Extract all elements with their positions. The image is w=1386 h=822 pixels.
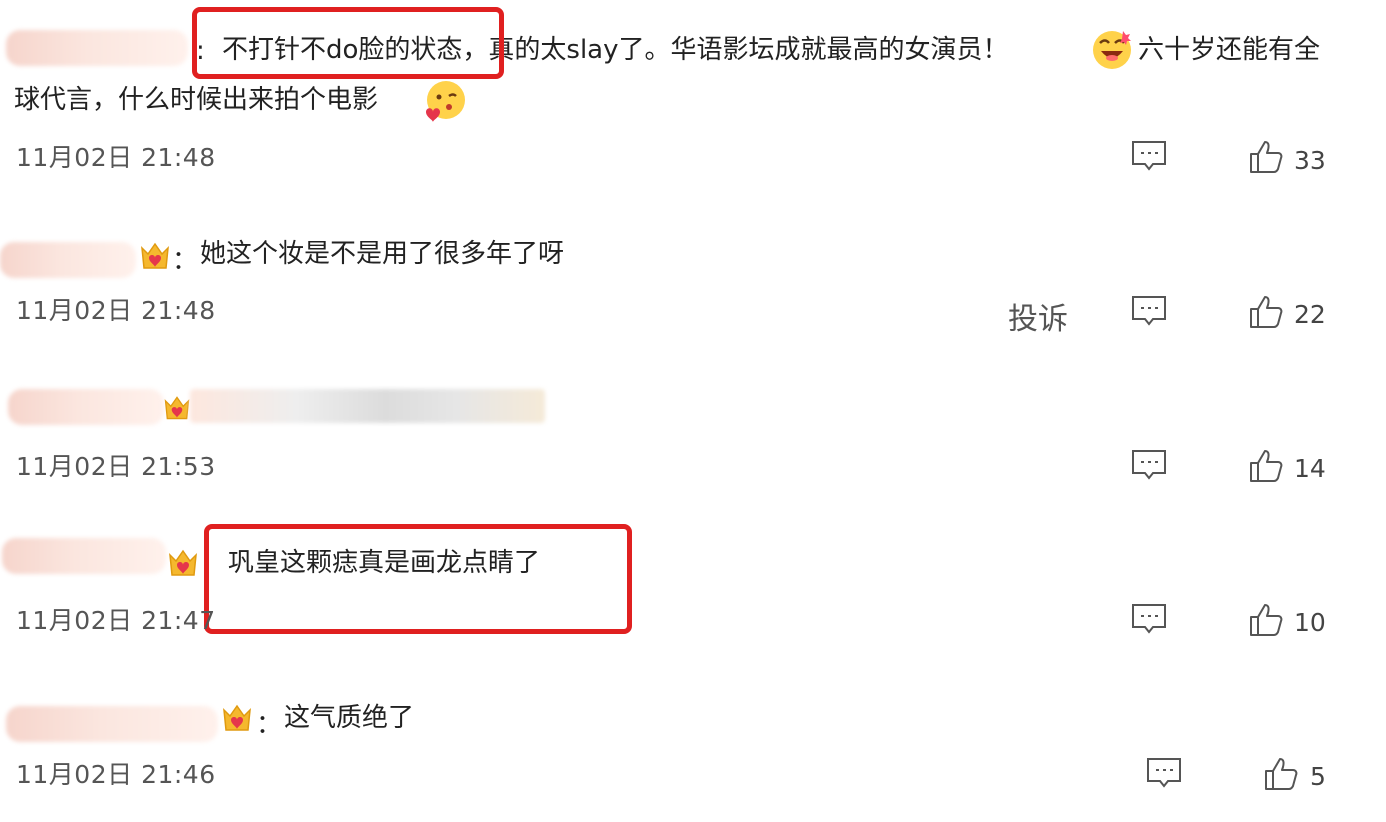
username-redacted[interactable] [6, 30, 188, 66]
comment-bubble-icon[interactable] [1131, 603, 1167, 635]
crown-badge-icon [169, 549, 197, 576]
username-colon: ： [256, 710, 283, 740]
comment-list: : 不打针不do脸的状态，真的太slay了。华语影坛成就最高的女演员！ 六十岁还… [0, 0, 1386, 822]
comment-text-line2: 球代言，什么时候出来拍个电影 [14, 85, 379, 115]
comment-timestamp: 11月02日 21:46 [16, 760, 216, 789]
crown-badge-icon [141, 242, 169, 269]
comment-bubble-icon[interactable] [1146, 757, 1182, 789]
report-link[interactable]: 投诉 [1008, 294, 1068, 338]
like-count: 14 [1294, 454, 1326, 483]
comment-text: 这气质绝了 [284, 703, 415, 733]
comment-text-redacted [190, 389, 545, 423]
username-redacted[interactable] [2, 538, 166, 574]
username-redacted[interactable] [8, 389, 164, 425]
username-redacted[interactable] [0, 242, 136, 278]
like-count: 5 [1310, 762, 1326, 791]
comment-bubble-icon[interactable] [1131, 140, 1167, 172]
comment-bubble-icon[interactable] [1131, 295, 1167, 327]
comment-text-continued: 六十岁还能有全 [1138, 35, 1321, 65]
crown-badge-icon [164, 396, 190, 420]
thumbs-up-icon[interactable] [1264, 757, 1298, 791]
highlight-box [192, 7, 504, 79]
username-colon: ： [172, 246, 199, 276]
comment-text: 她这个妆是不是用了很多年了呀 [200, 239, 565, 269]
highlight-box [204, 524, 632, 634]
thumbs-up-icon[interactable] [1249, 295, 1283, 329]
crown-badge-icon [223, 704, 251, 731]
thumbs-up-icon[interactable] [1249, 140, 1283, 174]
username-redacted[interactable] [6, 706, 218, 742]
like-count: 22 [1294, 300, 1326, 329]
like-count: 10 [1294, 608, 1326, 637]
thumbs-up-icon[interactable] [1249, 449, 1283, 483]
comment-timestamp: 11月02日 21:48 [16, 296, 216, 325]
comment-timestamp: 11月02日 21:47 [16, 606, 216, 635]
comment-timestamp: 11月02日 21:53 [16, 452, 216, 481]
thumbs-up-icon[interactable] [1249, 603, 1283, 637]
kiss-emoji-icon [426, 81, 465, 122]
comment-timestamp: 11月02日 21:48 [16, 143, 216, 172]
like-count: 33 [1294, 146, 1326, 175]
comment-bubble-icon[interactable] [1131, 449, 1167, 481]
laughing-emoji-icon [1093, 31, 1131, 69]
